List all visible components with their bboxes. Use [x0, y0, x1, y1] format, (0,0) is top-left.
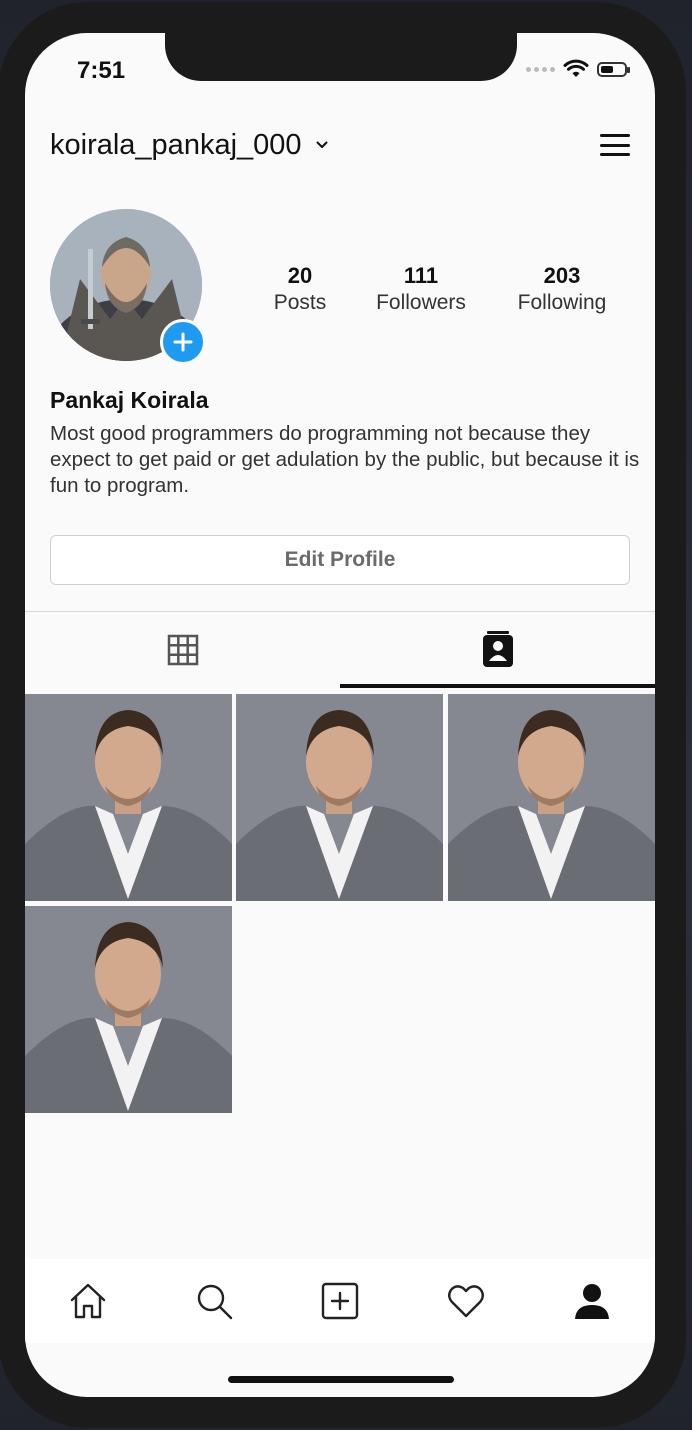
followers-stat[interactable]: 111 Followers — [353, 263, 489, 315]
bottom-tab-bar — [25, 1259, 655, 1343]
profile-stats: 20 Posts 111 Followers 203 Following — [247, 263, 635, 315]
hamburger-menu-icon[interactable] — [600, 134, 630, 156]
add-story-button[interactable] — [160, 319, 206, 365]
signal-icon — [526, 66, 555, 72]
heart-icon[interactable] — [446, 1281, 486, 1321]
portrait-image — [25, 694, 232, 901]
phone-frame: 7:51 koirala_pankaj_000 20 Posts 111 Fol… — [0, 2, 686, 1428]
profile-summary: 20 Posts 111 Followers 203 Following — [50, 209, 630, 369]
grid-photo[interactable] — [448, 694, 655, 901]
posts-stat[interactable]: 20 Posts — [247, 263, 353, 315]
search-icon[interactable] — [194, 1281, 234, 1321]
account-switcher[interactable]: koirala_pankaj_000 — [50, 129, 328, 162]
tab-posts-grid[interactable] — [25, 612, 340, 688]
status-indicators — [526, 59, 630, 79]
app-screen: 7:51 koirala_pankaj_000 20 Posts 111 Fol… — [25, 33, 655, 1397]
battery-icon — [597, 61, 630, 77]
device-notch — [165, 33, 517, 81]
profile-icon[interactable] — [572, 1281, 612, 1321]
username: koirala_pankaj_000 — [50, 128, 302, 161]
profile-tabs — [25, 612, 655, 688]
tagged-icon — [482, 631, 513, 667]
wifi-icon — [563, 59, 589, 77]
grid-photo[interactable] — [25, 906, 232, 1113]
following-stat[interactable]: 203 Following — [489, 263, 635, 315]
status-time: 7:51 — [77, 57, 126, 84]
grid-icon — [167, 634, 198, 666]
posts-label: Posts — [273, 291, 327, 314]
new-post-icon[interactable] — [320, 1281, 360, 1321]
tab-tagged[interactable] — [340, 612, 655, 688]
display-name: Pankaj Koirala — [50, 387, 209, 413]
profile-header: koirala_pankaj_000 — [50, 125, 630, 165]
posts-count: 20 — [287, 263, 313, 288]
portrait-image — [448, 694, 655, 901]
home-icon[interactable] — [68, 1281, 108, 1321]
home-indicator[interactable] — [228, 1376, 454, 1383]
chevron-down-icon — [316, 141, 328, 148]
profile-bio: Most good programmers do programming not… — [50, 422, 640, 497]
followers-label: Followers — [376, 291, 466, 314]
edit-profile-button[interactable]: Edit Profile — [50, 535, 630, 585]
following-label: Following — [517, 291, 607, 314]
grid-photo[interactable] — [25, 694, 232, 901]
portrait-image — [236, 694, 443, 901]
grid-photo[interactable] — [236, 694, 443, 901]
portrait-image — [25, 906, 232, 1113]
followers-count: 111 — [403, 263, 439, 288]
plus-icon — [173, 332, 193, 352]
following-count: 203 — [543, 263, 581, 288]
